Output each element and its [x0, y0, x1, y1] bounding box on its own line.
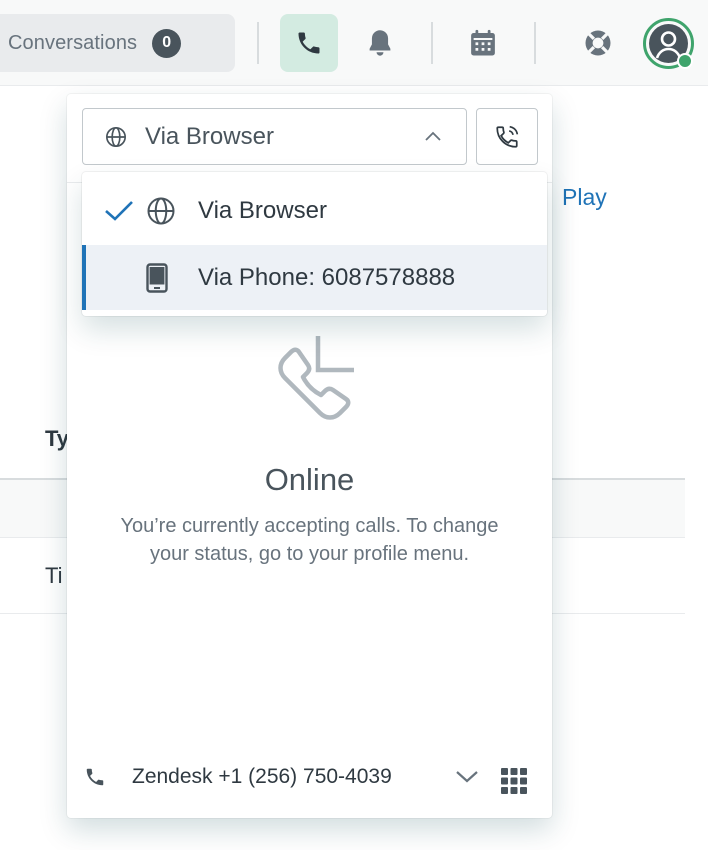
talk-button[interactable]	[280, 14, 338, 72]
menu-item-label: Via Browser	[198, 196, 327, 224]
call-mode-select[interactable]: Via Browser	[82, 108, 467, 165]
globe-icon	[106, 126, 126, 147]
phone-icon	[298, 32, 320, 54]
globe-icon	[147, 197, 175, 224]
presence-status-dot	[677, 53, 693, 69]
menu-item-via-phone[interactable]: Via Phone: 6087578888	[82, 245, 547, 310]
conversations-label: Conversations	[8, 31, 138, 54]
call-mode-select-value: Via Browser	[145, 122, 274, 150]
lifebuoy-icon	[585, 30, 611, 56]
outbound-line-icon	[84, 766, 106, 793]
calendar-icon	[471, 29, 495, 56]
calendar-button[interactable]	[454, 14, 512, 72]
toolbar-divider	[534, 22, 536, 64]
call-mode-menu: Via Browser Via Phone: 6087578888	[82, 172, 547, 316]
play-link[interactable]: Play	[562, 184, 607, 211]
chevron-up-icon	[425, 131, 441, 141]
bell-icon	[369, 30, 391, 56]
toolbar-divider	[257, 22, 259, 64]
keypad-button[interactable]	[501, 768, 527, 799]
call-console-panel: Online You’re currently accepting calls.…	[67, 94, 552, 818]
menu-item-label: Via Phone: 6087578888	[198, 263, 456, 291]
conversations-count-badge: 0	[152, 28, 182, 58]
keypad-icon	[501, 768, 527, 794]
phone-ringing-icon	[496, 125, 519, 148]
conversations-button[interactable]: Conversations 0	[0, 14, 235, 72]
online-status-icon	[263, 334, 359, 435]
app-stage: Conversations 0 Play Ty Ti Online You’re…	[0, 0, 708, 850]
menu-item-via-browser[interactable]: Via Browser	[82, 178, 547, 243]
table-row: Ti	[45, 563, 63, 588]
chevron-down-icon[interactable]	[455, 770, 479, 789]
toolbar-divider	[431, 22, 433, 64]
check-icon	[105, 200, 133, 221]
top-bar: Conversations 0	[0, 0, 708, 86]
call-settings-button[interactable]	[476, 108, 538, 165]
table-column-header: Ty	[45, 426, 70, 451]
notifications-button[interactable]	[351, 14, 409, 72]
mobile-phone-icon	[146, 262, 168, 293]
outbound-line-select[interactable]: Zendesk +1 (256) 750-4039	[132, 765, 392, 789]
help-button[interactable]	[569, 14, 627, 72]
status-description: You’re currently accepting calls. To cha…	[120, 515, 499, 565]
status-title: Online	[264, 462, 355, 497]
